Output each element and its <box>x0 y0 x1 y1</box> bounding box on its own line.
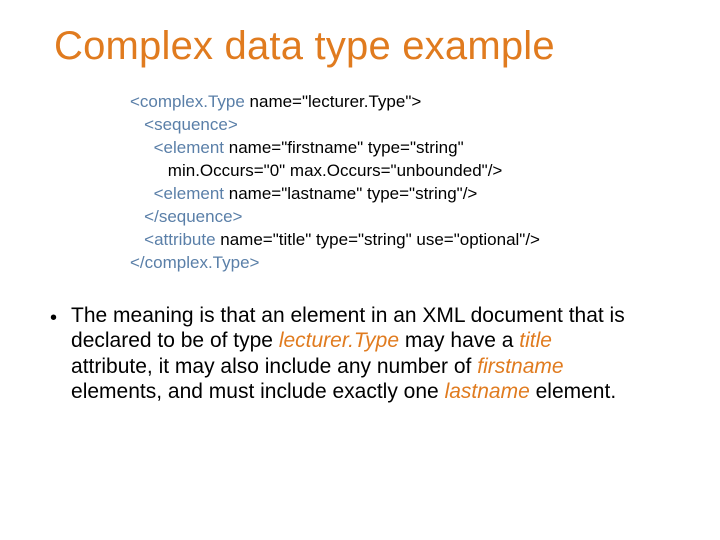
text-run: attribute, it may also include any numbe… <box>71 355 477 378</box>
xml-attrs: min.Occurs="0" max.Occurs="unbounded"/> <box>168 161 503 180</box>
xml-tag: <sequence> <box>144 115 238 134</box>
code-line: <complex.Type name="lecturer.Type"> <box>130 91 672 114</box>
text-run: element. <box>530 380 616 403</box>
xml-attrs: name="firstname" type="string" <box>229 138 464 157</box>
xml-tag: </sequence> <box>144 207 242 226</box>
xml-attrs: name="lastname" type="string"/> <box>229 184 478 203</box>
xml-tag: </complex.Type> <box>130 253 259 272</box>
xml-tag: <element <box>154 138 229 157</box>
emphasis: lastname <box>445 380 530 403</box>
code-line: </sequence> <box>130 206 672 229</box>
xml-tag: <complex.Type <box>130 92 250 111</box>
text-run: elements, and must include exactly one <box>71 380 445 403</box>
bullet-text: The meaning is that an element in an XML… <box>71 303 631 405</box>
code-line: <element name="lastname" type="string"/> <box>130 183 672 206</box>
code-block: <complex.Type name="lecturer.Type"> <seq… <box>130 91 672 275</box>
emphasis: title <box>519 329 552 352</box>
code-line: <element name="firstname" type="string" <box>130 137 672 160</box>
code-line: <attribute name="title" type="string" us… <box>130 229 672 252</box>
xml-attrs: name="title" type="string" use="optional… <box>220 230 540 249</box>
code-line: </complex.Type> <box>130 252 672 275</box>
bullet-marker: • <box>50 306 57 330</box>
slide-title: Complex data type example <box>54 24 672 69</box>
xml-tag: <element <box>154 184 229 203</box>
bullet-item: • The meaning is that an element in an X… <box>48 303 672 405</box>
xml-attrs: name="lecturer.Type"> <box>250 92 422 111</box>
emphasis: firstname <box>477 355 563 378</box>
xml-tag: <attribute <box>144 230 220 249</box>
code-line: min.Occurs="0" max.Occurs="unbounded"/> <box>130 160 672 183</box>
text-run: may have a <box>399 329 519 352</box>
code-line: <sequence> <box>130 114 672 137</box>
emphasis: lecturer.Type <box>279 329 399 352</box>
slide: Complex data type example <complex.Type … <box>0 0 720 540</box>
